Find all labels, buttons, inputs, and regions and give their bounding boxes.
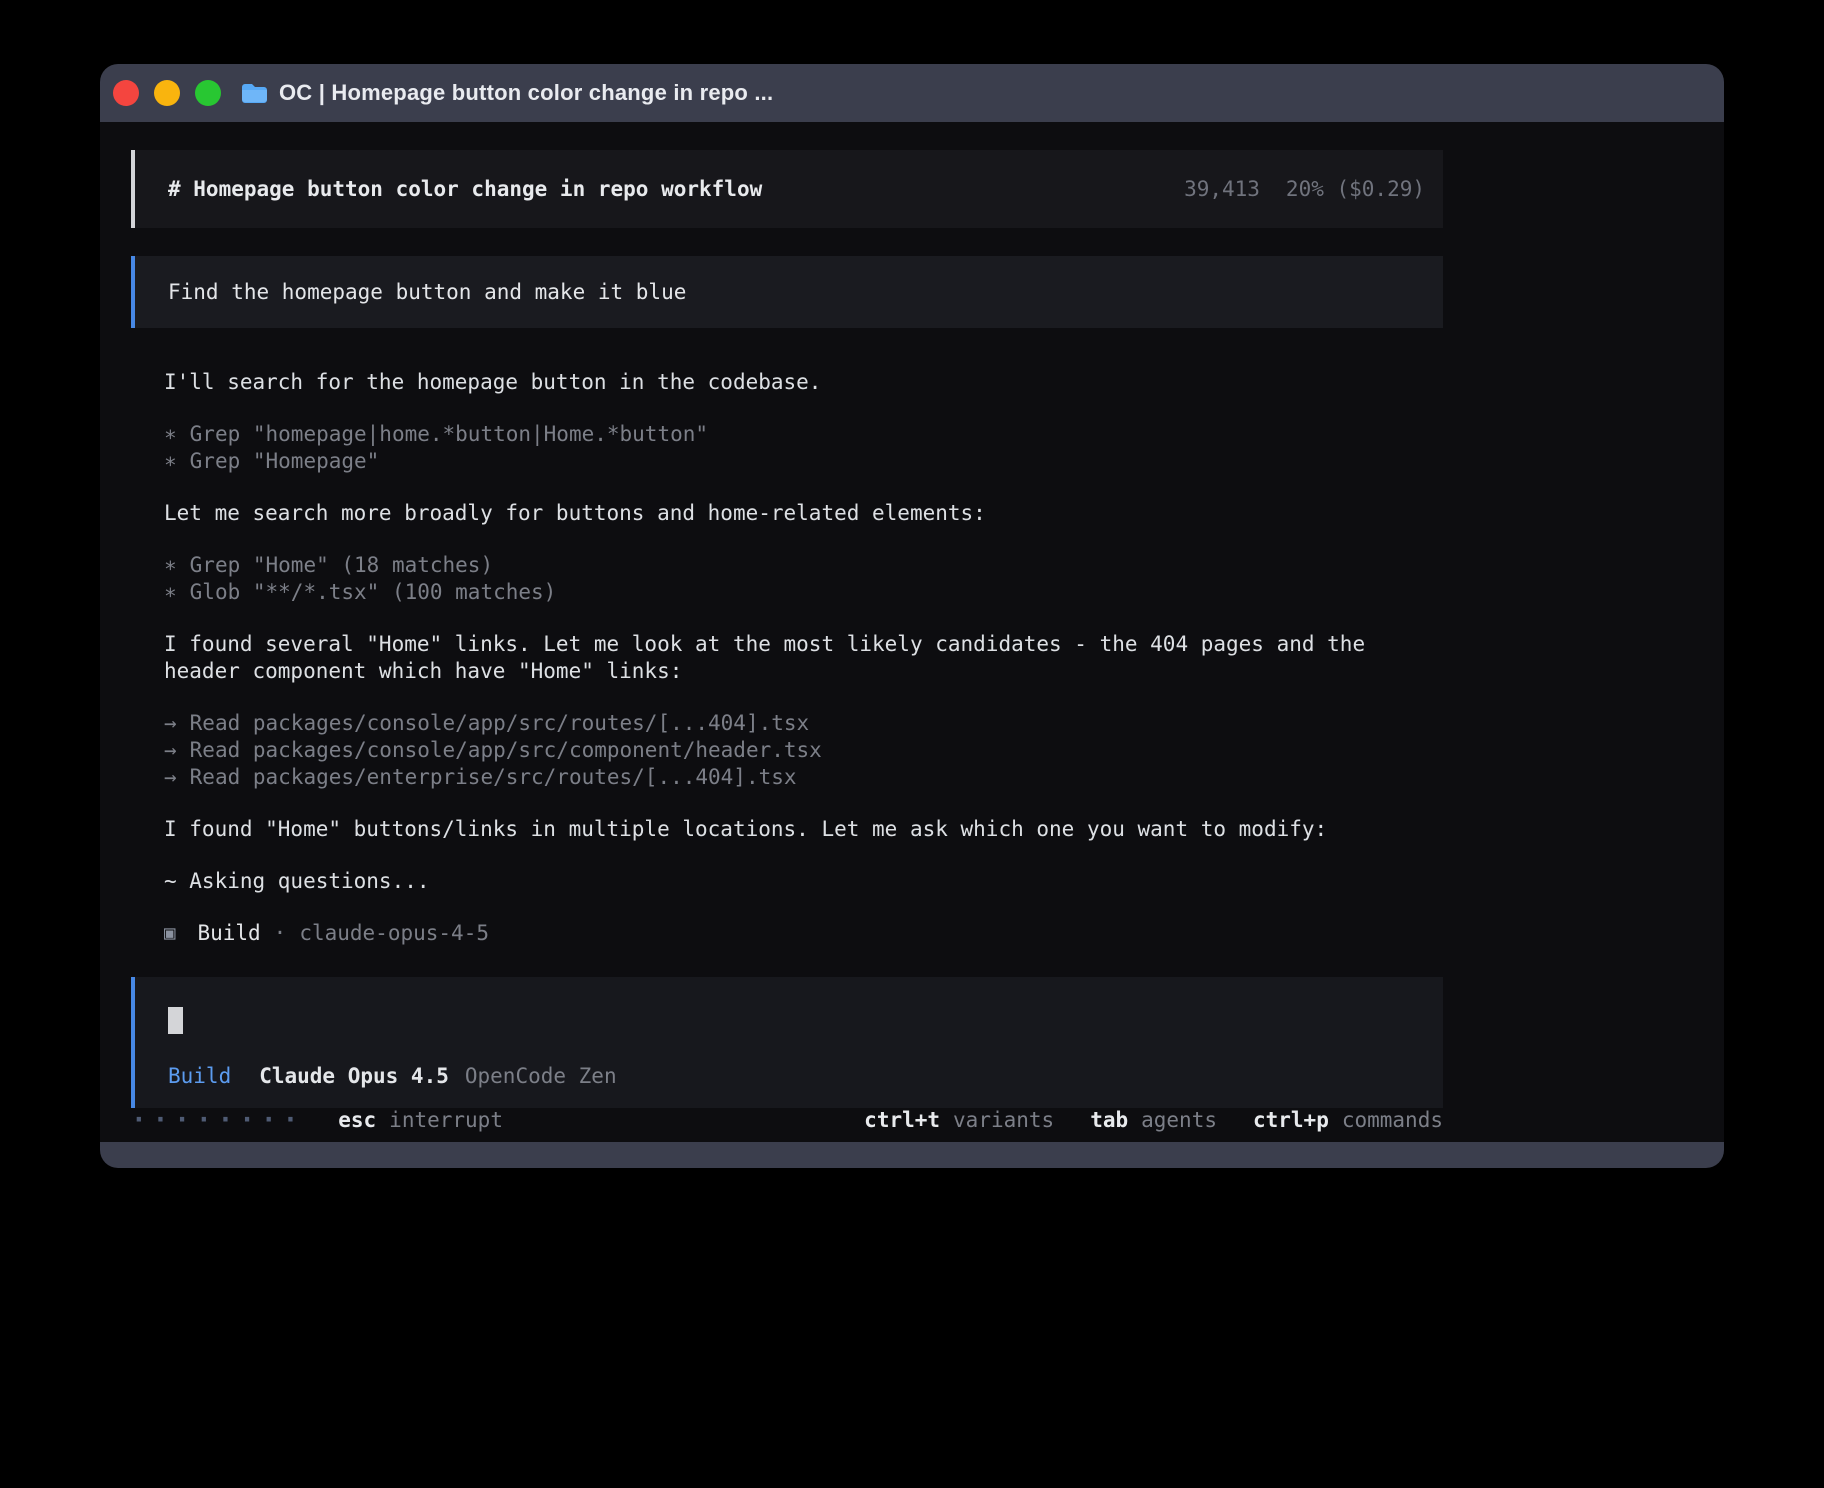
arrow-right-icon: →	[164, 737, 177, 764]
ctrl-p-key[interactable]: ctrl+p	[1253, 1108, 1329, 1132]
read-call-group: → Read packages/console/app/src/routes/[.…	[164, 710, 1443, 791]
close-button[interactable]	[113, 80, 139, 106]
assistant-text-broader: Let me search more broadly for buttons a…	[164, 500, 1443, 527]
token-count: 39,413	[1184, 176, 1260, 203]
assistant-text-found-buttons: I found "Home" buttons/links in multiple…	[164, 816, 1443, 843]
text-cursor	[168, 1007, 183, 1034]
zoom-button[interactable]	[195, 80, 221, 106]
assistant-text-found-links: I found several "Home" links. Let me loo…	[164, 631, 1443, 685]
tool-call-read: → Read packages/console/app/src/routes/[.…	[164, 710, 1443, 737]
assistant-text-intro: I'll search for the homepage button in t…	[164, 369, 1443, 396]
variants-shortcut[interactable]: ctrl+t variants	[864, 1108, 1054, 1132]
model-name[interactable]: Claude Opus 4.5	[259, 1063, 449, 1090]
tab-key[interactable]: tab	[1090, 1108, 1128, 1132]
session-title: # Homepage button color change in repo w…	[168, 176, 762, 203]
tool-call-text: Read packages/console/app/src/routes/[..…	[190, 710, 810, 737]
tool-call-text: Grep "Home" (18 matches)	[190, 552, 493, 579]
tool-call-glob: ∗ Glob "**/*.tsx" (100 matches)	[164, 579, 1443, 606]
prompt-input[interactable]: Build Claude Opus 4.5 OpenCode Zen	[131, 977, 1443, 1108]
context-usage: 20% ($0.29)	[1286, 176, 1425, 203]
tool-bullet-icon: ∗	[164, 448, 177, 475]
titlebar: OC | Homepage button color change in rep…	[100, 64, 1724, 122]
window-title: OC | Homepage button color change in rep…	[279, 80, 773, 106]
progress-dots: ········	[131, 1110, 304, 1130]
provider-name: OpenCode Zen	[465, 1063, 617, 1090]
agents-label: agents	[1141, 1108, 1217, 1132]
terminal-window: OC | Homepage button color change in rep…	[100, 64, 1724, 1168]
agent-model: claude-opus-4-5	[299, 920, 489, 947]
user-message-text: Find the homepage button and make it blu…	[168, 279, 686, 306]
tool-call-text: Read packages/enterprise/src/routes/[...…	[190, 764, 797, 791]
agent-separator: ·	[274, 920, 287, 947]
interrupt-label: interrupt	[389, 1108, 503, 1132]
tool-call-group: ∗ Grep "Home" (18 matches) ∗ Glob "**/*.ts…	[164, 552, 1443, 606]
folder-icon	[241, 82, 268, 104]
tool-call-grep: ∗ Grep "Home" (18 matches)	[164, 552, 1443, 579]
tool-call-text: Grep "Homepage"	[190, 448, 380, 475]
tool-call-read: → Read packages/enterprise/src/routes/[..…	[164, 764, 1443, 791]
tool-bullet-icon: ∗	[164, 579, 177, 606]
arrow-right-icon: →	[164, 764, 177, 791]
tool-call-read: → Read packages/console/app/src/component…	[164, 737, 1443, 764]
esc-key[interactable]: esc	[338, 1108, 376, 1132]
minimize-button[interactable]	[154, 80, 180, 106]
tool-bullet-icon: ∗	[164, 421, 177, 448]
variants-label: variants	[953, 1108, 1054, 1132]
agents-shortcut[interactable]: tab agents	[1090, 1108, 1217, 1132]
agent-name: Build	[197, 920, 260, 947]
tool-call-text: Glob "**/*.tsx" (100 matches)	[190, 579, 557, 606]
tool-call-text: Grep "homepage|home.*button|Home.*button…	[190, 421, 708, 448]
tool-call-text: Read packages/console/app/src/component/…	[190, 737, 822, 764]
status-asking-questions: ~ Asking questions...	[164, 868, 1443, 895]
tool-call-grep: ∗ Grep "Homepage"	[164, 448, 1443, 475]
ctrl-t-key[interactable]: ctrl+t	[864, 1108, 940, 1132]
commands-shortcut[interactable]: ctrl+p commands	[1253, 1108, 1443, 1132]
commands-label: commands	[1342, 1108, 1443, 1132]
mode-selector[interactable]: Build	[168, 1063, 231, 1090]
terminal-content: # Homepage button color change in repo w…	[100, 122, 1724, 1142]
tool-call-group: ∗ Grep "homepage|home.*button|Home.*butto…	[164, 421, 1443, 475]
window-controls	[113, 80, 221, 106]
status-bar: ········ esc interrupt ctrl+t variants t…	[131, 1108, 1443, 1138]
tool-bullet-icon: ∗	[164, 552, 177, 579]
agent-status-line: ▣ Build · claude-opus-4-5	[164, 920, 1443, 947]
agent-square-icon: ▣	[164, 920, 175, 947]
interrupt-hint[interactable]: esc interrupt	[338, 1108, 503, 1132]
arrow-right-icon: →	[164, 710, 177, 737]
user-message: Find the homepage button and make it blu…	[131, 256, 1443, 328]
tool-call-grep: ∗ Grep "homepage|home.*button|Home.*butto…	[164, 421, 1443, 448]
session-header: # Homepage button color change in repo w…	[131, 150, 1443, 228]
